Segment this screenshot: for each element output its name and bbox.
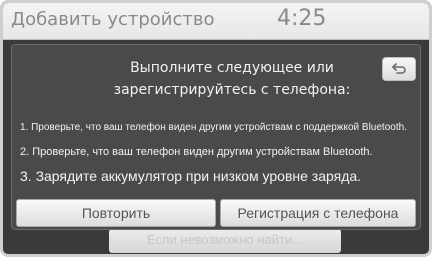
- clock: 4:25: [277, 6, 327, 31]
- head-unit-screen: Добавить устройство 4:25 Если невозможно…: [0, 0, 432, 257]
- step-item: 3. Зарядите аккумулятор при низком уровн…: [20, 168, 362, 184]
- step-item: 2. Проверьте, что ваш телефон виден друг…: [20, 146, 373, 158]
- instruction-steps: 1. Проверьте, что ваш телефон виден друг…: [20, 117, 418, 187]
- return-arrow-icon: [392, 63, 406, 74]
- back-button[interactable]: [382, 57, 416, 81]
- step-item: 1. Проверьте, что ваш телефон виден друг…: [20, 122, 407, 133]
- dialog-heading-line-1: Выполните следующее или: [130, 60, 334, 76]
- background-hint-button: Если невозможно найти...: [109, 229, 341, 253]
- bluetooth-pairing-dialog: Выполните следующее или зарегистрируйтес…: [11, 44, 421, 230]
- screen-title: Добавить устройство: [11, 9, 215, 30]
- dialog-heading: Выполните следующее или зарегистрируйтес…: [72, 57, 392, 101]
- top-bar: Добавить устройство 4:25: [3, 3, 429, 40]
- dialog-heading-line-2: зарегистрируйтесь с телефона:: [113, 82, 351, 98]
- register-from-phone-button[interactable]: Регистрация с телефона: [220, 199, 416, 227]
- retry-button[interactable]: Повторить: [16, 199, 216, 227]
